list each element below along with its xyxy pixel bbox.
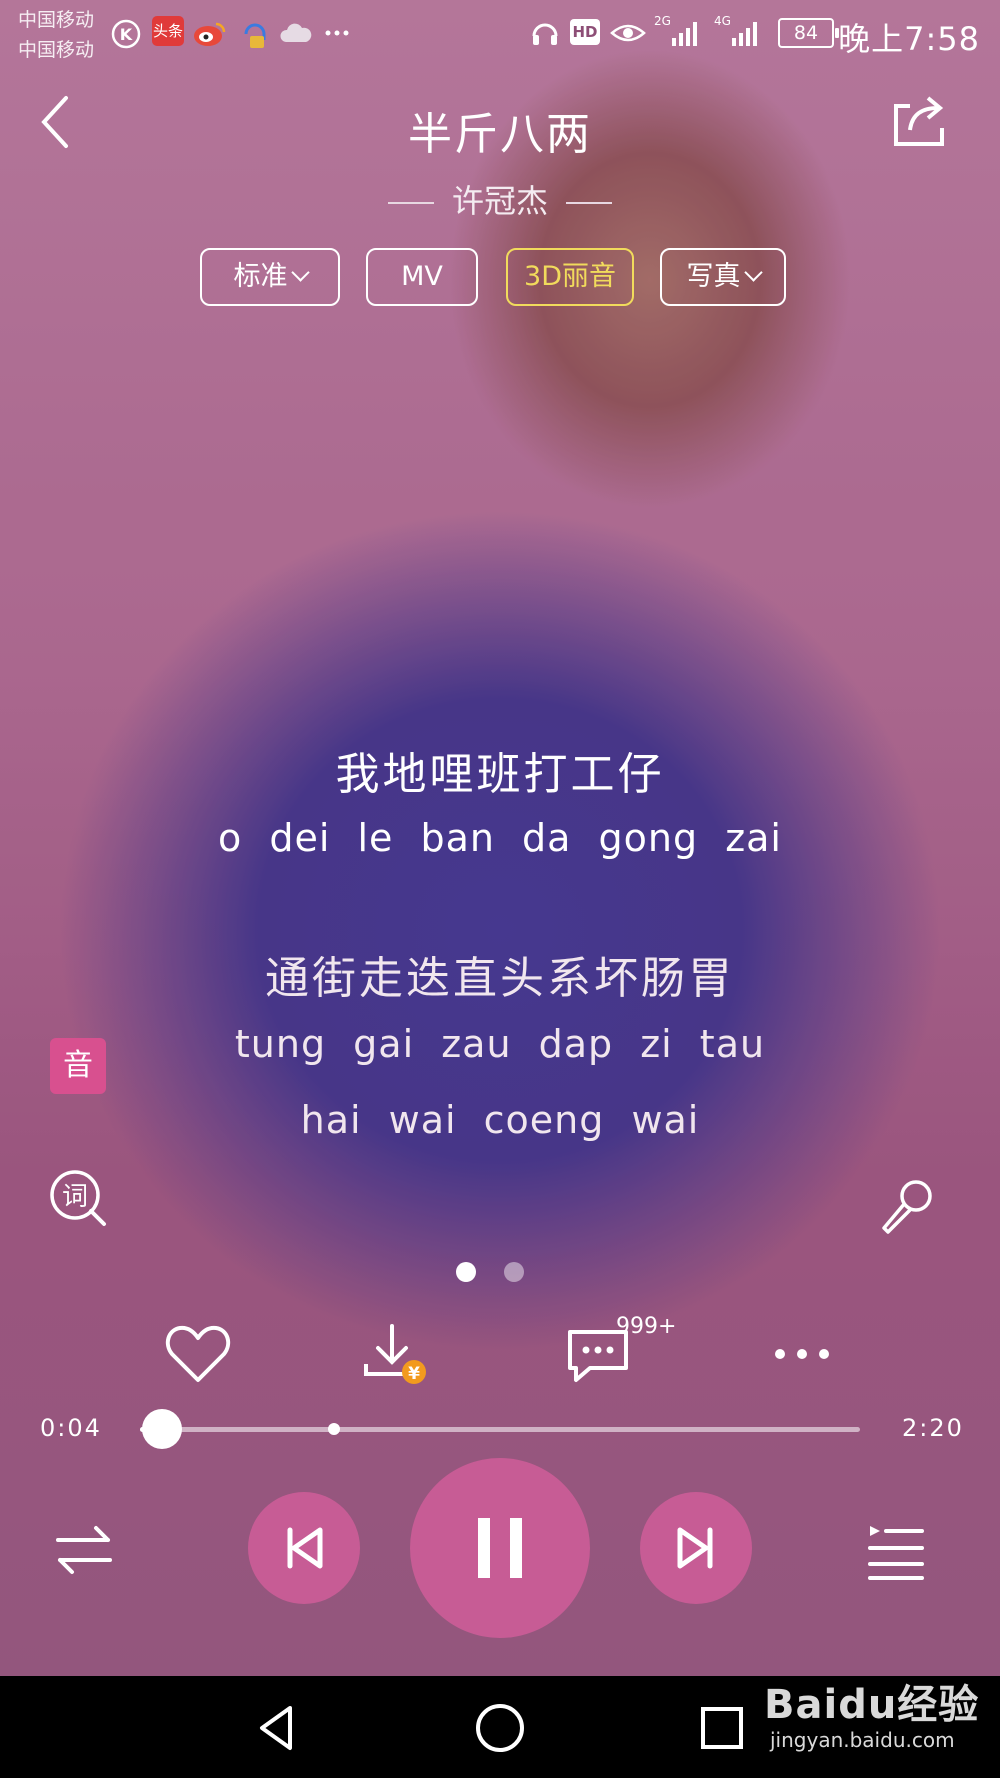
microphone-button[interactable] xyxy=(876,1176,936,1236)
share-button[interactable] xyxy=(890,90,950,150)
weibo-icon xyxy=(194,22,226,46)
notification-icon xyxy=(244,23,266,48)
3d-audio-chip-label: 3D丽音 xyxy=(524,261,616,292)
nav-recent-button[interactable] xyxy=(694,1700,750,1756)
signal-2-label: 4G xyxy=(714,14,731,28)
mv-chip[interactable]: MV xyxy=(366,248,478,306)
clock: 晚上7:58 xyxy=(838,20,980,58)
svg-text:K: K xyxy=(120,25,133,44)
mv-chip-label: MV xyxy=(401,261,443,292)
pause-icon xyxy=(478,1518,522,1578)
watermark-brand: Baidu经验 xyxy=(764,1682,980,1728)
nav-home-button[interactable] xyxy=(472,1700,528,1756)
pronunciation-toggle-button[interactable]: 音 xyxy=(50,1038,106,1094)
chevron-down-icon xyxy=(290,263,310,282)
download-button[interactable]: ¥ xyxy=(356,1318,428,1390)
headphone-icon xyxy=(532,23,558,45)
play-pause-button[interactable] xyxy=(410,1458,590,1638)
signal-1-icon xyxy=(672,22,697,46)
more-button[interactable] xyxy=(766,1318,838,1390)
artist-dash-left xyxy=(387,202,434,204)
toutiao-app-icon: 头条 xyxy=(152,16,184,46)
progress-slider[interactable] xyxy=(140,1409,860,1449)
battery-indicator: 84 xyxy=(778,18,839,48)
total-time: 2:20 xyxy=(902,1414,964,1442)
quality-chip-label: 标准 xyxy=(233,261,288,292)
lyric-current-pinyin: o dei le ban da gong zai xyxy=(218,816,782,860)
artist-name-row[interactable]: 许冠杰 xyxy=(0,176,1000,222)
current-time: 0:04 xyxy=(40,1414,102,1442)
song-title: 半斤八两 xyxy=(408,109,592,160)
quality-chip[interactable]: 标准 xyxy=(200,248,340,306)
download-badge: ¥ xyxy=(408,1364,420,1384)
lyric-search-label: 词 xyxy=(62,1182,88,1212)
page-dot[interactable] xyxy=(504,1262,524,1282)
lyric-next-pinyin-2: hai wai coeng wai xyxy=(300,1098,700,1142)
progress-knob[interactable] xyxy=(141,1409,182,1449)
status-bar: 中国移动 中国移动 K 头条 HD 2G 4G 84 晚上7:58 xyxy=(0,0,1000,66)
eye-icon xyxy=(610,24,646,42)
lyric-search-icon: 词 xyxy=(50,1170,106,1226)
lyric-search-button[interactable]: 词 xyxy=(48,1168,108,1228)
previous-button[interactable] xyxy=(248,1492,360,1604)
baidu-jingyan-watermark: Baidu经验 jingyan.baidu.com xyxy=(764,1672,979,1752)
carrier-2: 中国移动 xyxy=(18,39,95,61)
playlist-button[interactable] xyxy=(866,1520,926,1580)
chevron-down-icon xyxy=(743,263,763,282)
cloud-icon xyxy=(280,23,312,42)
like-button[interactable] xyxy=(162,1318,234,1390)
page-dot-active[interactable] xyxy=(456,1262,476,1282)
carrier-1: 中国移动 xyxy=(18,9,95,31)
signal-2-icon xyxy=(732,22,757,46)
page-indicator[interactable] xyxy=(456,1262,552,1286)
play-mode-button[interactable] xyxy=(54,1520,114,1580)
artist-name: 许冠杰 xyxy=(451,182,548,220)
next-button[interactable] xyxy=(640,1492,752,1604)
watermark-url: jingyan.baidu.com xyxy=(770,1728,955,1752)
lyric-next-pinyin-1: tung gai zau dap zi tau xyxy=(234,1022,766,1066)
hd-icon: HD xyxy=(570,19,600,45)
more-status-icon xyxy=(325,30,349,36)
lyric-current-line[interactable]: 我地哩班打工仔 xyxy=(0,738,1000,802)
signal-1-label: 2G xyxy=(654,14,671,28)
comment-count-badge: 999+ xyxy=(616,1314,677,1339)
3d-audio-chip[interactable]: 3D丽音 xyxy=(506,248,634,306)
photo-chip[interactable]: 写真 xyxy=(660,248,786,306)
artist-dash-right xyxy=(566,202,612,204)
photo-chip-label: 写真 xyxy=(686,261,741,292)
next-icon xyxy=(677,1527,713,1569)
lyric-next-line[interactable]: 通街走迭直头系坏肠胃 xyxy=(0,942,1000,1006)
nav-back-button[interactable] xyxy=(250,1700,306,1756)
k-app-icon: K xyxy=(111,19,141,49)
previous-icon xyxy=(287,1527,323,1569)
